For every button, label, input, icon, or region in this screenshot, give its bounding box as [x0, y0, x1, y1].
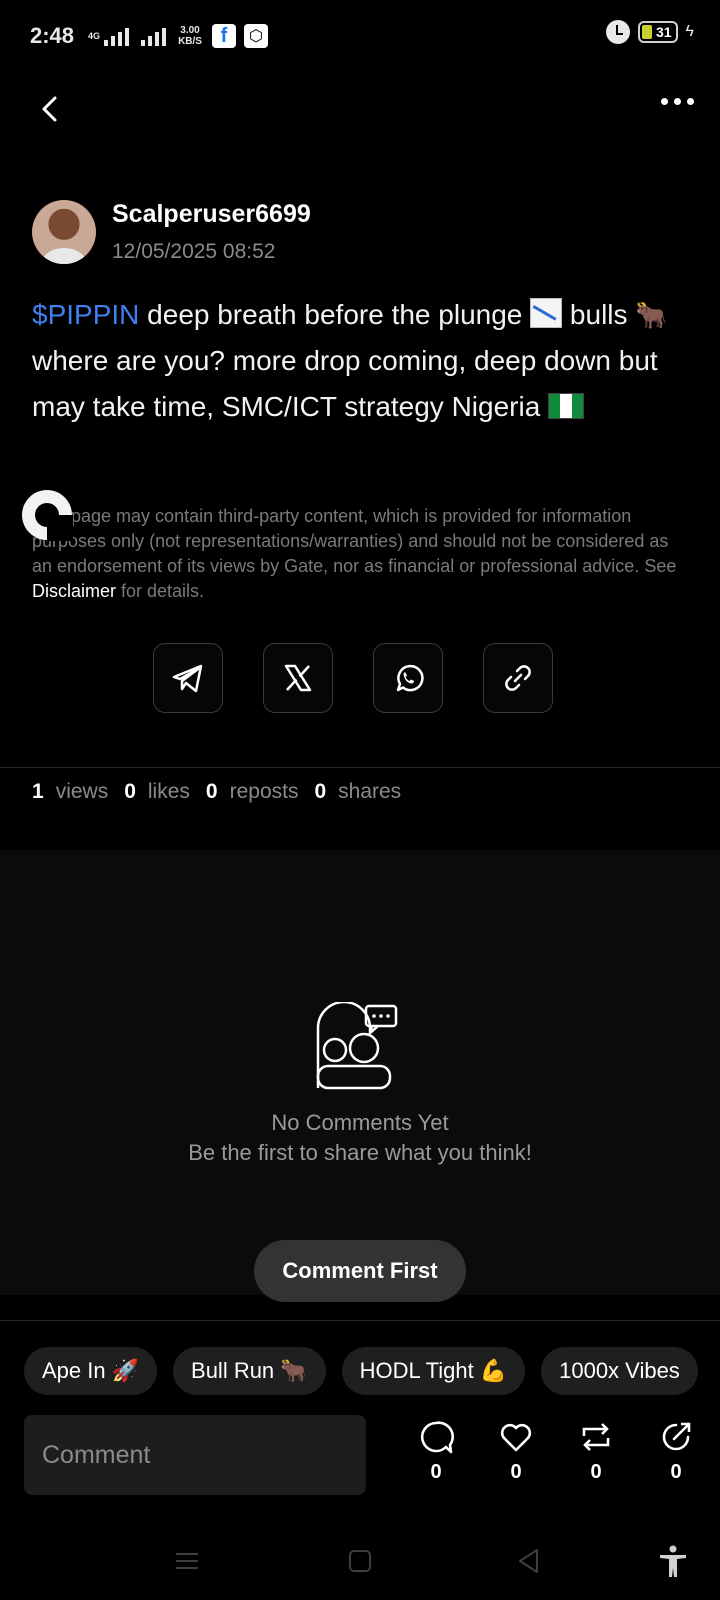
network-speed: 3.00 KB/S [178, 25, 202, 47]
accessibility-icon[interactable] [656, 1544, 690, 1578]
rocket-icon: 🚀 [111, 1358, 140, 1383]
chip-label: 1000x Vibes [559, 1358, 680, 1383]
views-label: views [55, 780, 109, 803]
username[interactable]: Scalperuser6699 [112, 200, 311, 229]
gate-logo-icon [22, 490, 73, 541]
post-text-1: deep breath before the plunge [139, 299, 531, 330]
share-telegram-button[interactable] [153, 643, 223, 713]
empty-comments-title: No Comments Yet [271, 1110, 449, 1135]
likes-count: 0 [124, 780, 136, 803]
chip-label: Ape In [42, 1358, 106, 1383]
shares-label: shares [338, 780, 402, 803]
battery-icon: 31 [637, 21, 678, 43]
shares-count: 0 [314, 780, 327, 803]
nigeria-flag-icon [548, 393, 585, 419]
cube-icon: ⬡ [243, 24, 268, 48]
likes-stat[interactable]: 0 likes [124, 780, 190, 804]
chip-ape-in[interactable]: Ape In 🚀 [24, 1347, 158, 1395]
empty-comments-icon [316, 1002, 398, 1090]
like-action[interactable]: 0 [476, 1419, 556, 1484]
link-icon [505, 665, 531, 691]
post-timestamp: 12/05/2025 08:52 [112, 240, 276, 263]
chip-bull-run[interactable]: Bull Run 🐂 [173, 1347, 326, 1395]
views-stat: 1 views [32, 780, 108, 804]
comment-count: 0 [430, 1461, 442, 1483]
post-text-2: bulls [562, 299, 636, 330]
like-count: 0 [510, 1461, 522, 1483]
share-row [153, 643, 553, 713]
status-right: 31 ϟ [605, 20, 694, 44]
battery-level: 31 [655, 24, 672, 40]
views-count: 1 [32, 780, 44, 803]
chip-hodl-tight[interactable]: HODL Tight 💪 [341, 1347, 526, 1395]
status-bar: 2:48 4G 3.00 KB/S f ⬡ 31 ϟ [0, 0, 720, 72]
chip-1000x-vibes[interactable]: 1000x Vibes [541, 1347, 698, 1395]
reposts-label: reposts [229, 780, 299, 803]
flexed-bicep-icon: 💪 [479, 1358, 508, 1383]
share-icon [662, 1422, 691, 1451]
system-navigation-bar [0, 1522, 720, 1600]
avatar[interactable] [32, 200, 96, 264]
chip-label: HODL Tight [359, 1358, 474, 1383]
alarm-icon [605, 20, 630, 44]
ox-icon: 🐂 [635, 300, 668, 330]
home-icon[interactable] [343, 1544, 377, 1578]
copy-link-button[interactable] [483, 643, 553, 713]
disclaimer-link[interactable]: Disclaimer [32, 581, 116, 601]
charging-icon: ϟ [685, 23, 694, 40]
ticker-link[interactable]: $PIPPIN [32, 299, 139, 330]
ox-icon: 🐂 [280, 1358, 308, 1383]
share-count: 0 [670, 1461, 682, 1483]
telegram-icon [172, 664, 203, 693]
disclaimer-suffix: for details. [116, 581, 205, 601]
menu-icon[interactable] [170, 1544, 204, 1578]
chip-label: Bull Run [191, 1358, 275, 1383]
repost-icon [582, 1423, 610, 1451]
comment-action[interactable]: 0 [396, 1419, 476, 1484]
post-stats: 1 views 0 likes 0 reposts 0 shares [32, 780, 401, 804]
repost-count: 0 [590, 1461, 602, 1483]
divider [0, 1320, 720, 1321]
speed-unit: KB/S [178, 36, 202, 47]
facebook-icon: f [211, 24, 236, 48]
x-icon [284, 664, 312, 692]
post-body: $PIPPIN deep breath before the plunge bu… [32, 292, 696, 430]
divider [0, 767, 720, 768]
comment-icon [420, 1421, 454, 1454]
comment-input[interactable] [24, 1415, 366, 1495]
disclaimer: This page may contain third-party conten… [32, 504, 688, 604]
signal-icon [104, 26, 130, 46]
shares-stat[interactable]: 0 shares [314, 780, 401, 804]
reposts-count: 0 [205, 780, 218, 803]
whatsapp-icon [396, 664, 424, 692]
heart-icon [500, 1423, 532, 1452]
more-options-icon[interactable] [661, 98, 694, 105]
network-type: 4G [88, 30, 101, 41]
post-actions: 0 0 0 0 [396, 1419, 716, 1484]
share-whatsapp-button[interactable] [373, 643, 443, 713]
status-time: 2:48 [30, 23, 75, 48]
speed-value: 3.00 [180, 25, 200, 36]
disclaimer-text: This page may contain third-party conten… [32, 506, 677, 576]
back-triangle-icon[interactable] [512, 1544, 546, 1578]
signal-icon-2 [141, 26, 167, 46]
share-x-button[interactable] [263, 643, 333, 713]
chart-decreasing-icon [530, 298, 563, 328]
comment-first-button[interactable]: Comment First [254, 1240, 466, 1302]
share-action[interactable]: 0 [636, 1419, 716, 1484]
likes-label: likes [147, 780, 190, 803]
quick-reply-chips: Ape In 🚀 Bull Run 🐂 HODL Tight 💪 1000x Vibe… [24, 1347, 698, 1395]
empty-comments-subtitle: Be the first to share what you think! [188, 1140, 532, 1165]
back-arrow-icon[interactable] [36, 94, 66, 124]
reposts-stat[interactable]: 0 reposts [206, 780, 299, 804]
repost-action[interactable]: 0 [556, 1419, 636, 1484]
